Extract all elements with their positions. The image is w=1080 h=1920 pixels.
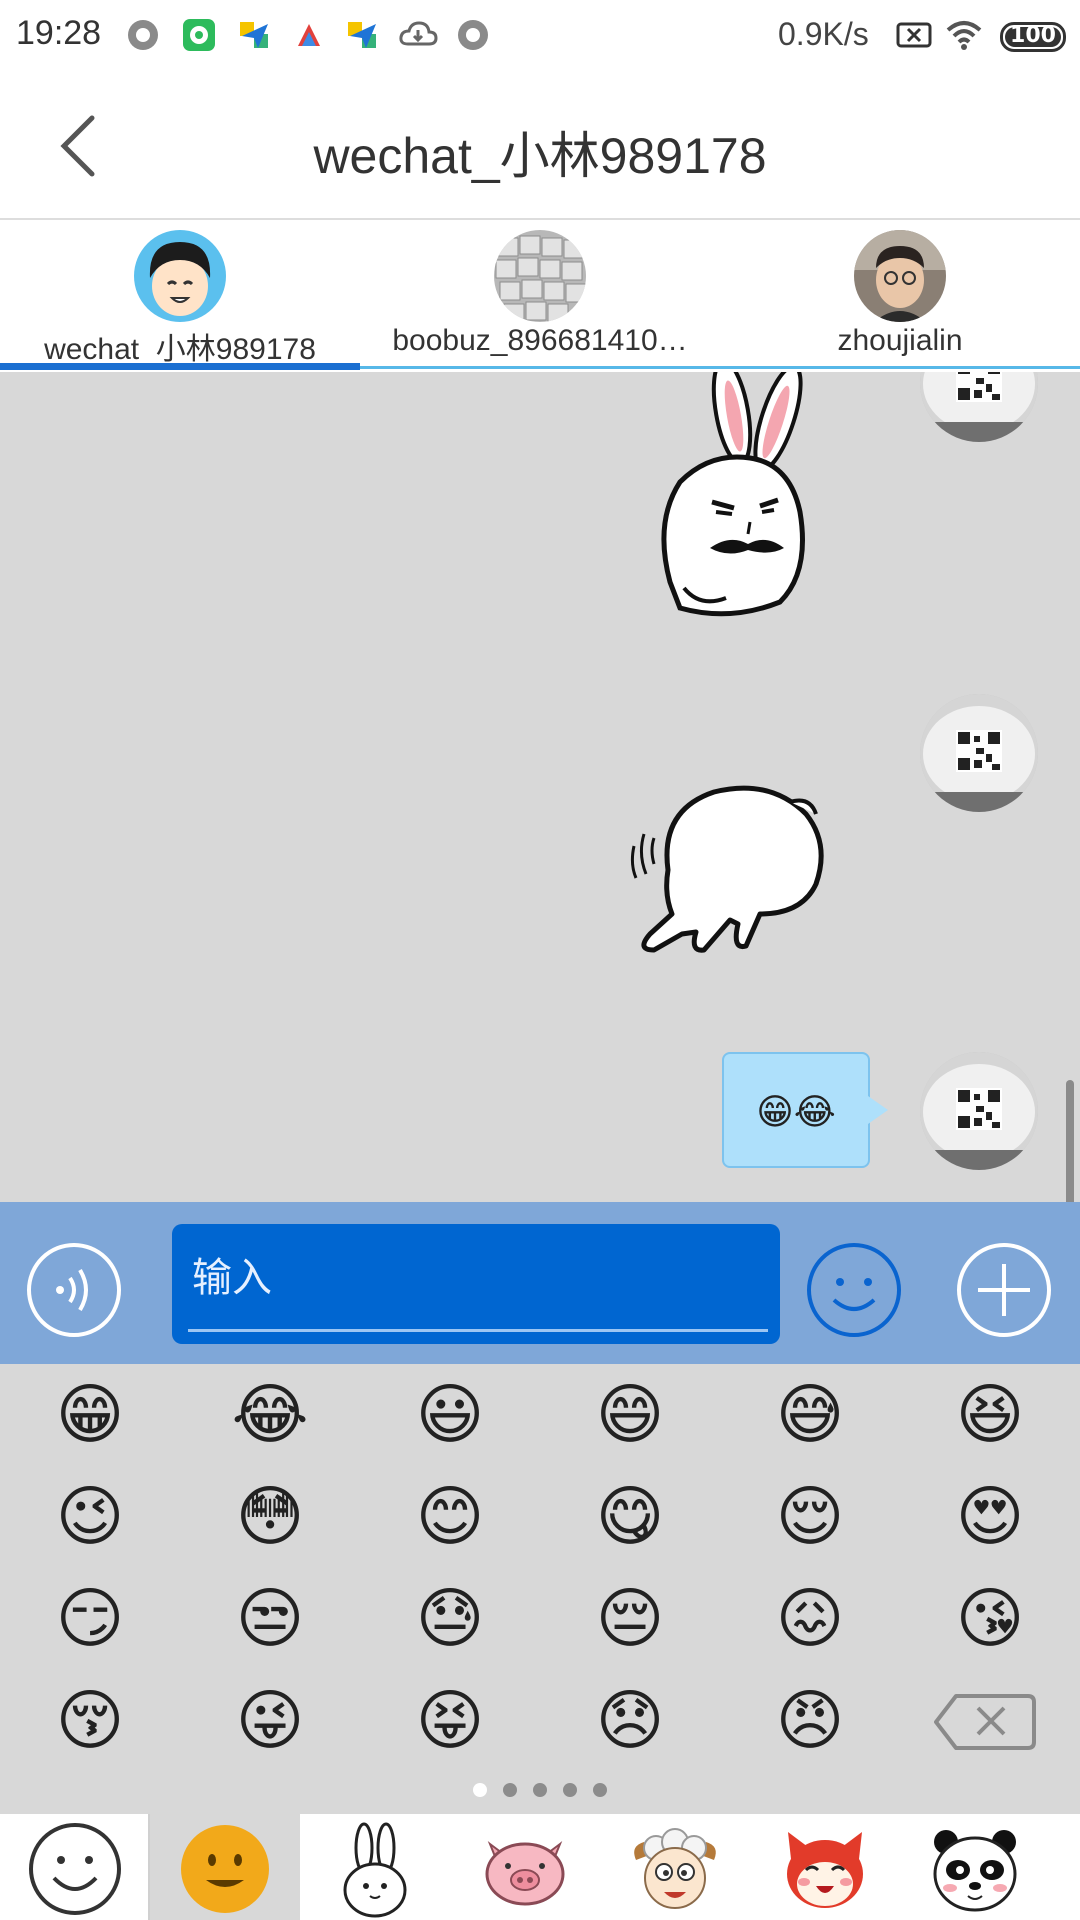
rabbit-icon [343, 1822, 407, 1918]
smiley-yellow-icon [181, 1825, 269, 1913]
emoji-key[interactable]: 😃 [360, 1364, 540, 1466]
triangle-app-icon [298, 24, 320, 46]
record-icon [458, 20, 488, 50]
input-underline [188, 1329, 768, 1332]
voice-button[interactable] [26, 1242, 122, 1338]
avatar[interactable] [920, 1052, 1038, 1170]
tab-emoji-outline[interactable] [0, 1814, 150, 1920]
tab-label: wechat_小林989178 [44, 333, 316, 366]
plane-app-icon [240, 22, 268, 48]
tab-boobuz-user[interactable]: boobuz_896681410… [360, 222, 720, 372]
avatar [134, 230, 226, 322]
bubble-tail [868, 1096, 888, 1124]
plane-app-icon [348, 22, 376, 48]
emoji-key[interactable]: 😅 [720, 1364, 900, 1466]
sheep-icon [634, 1828, 716, 1909]
status-bar: 19:28 0.9K/s 100 [0, 0, 1080, 72]
sim-off-icon [896, 22, 932, 48]
chat-scrollbar[interactable] [1066, 1080, 1074, 1202]
avatar [854, 230, 946, 322]
emoji-key[interactable]: 😁 [0, 1364, 180, 1466]
tab-emoji-yellow[interactable] [150, 1814, 300, 1920]
emoji-key[interactable]: 😌 [720, 1466, 900, 1568]
tab-rabbit-stickers[interactable] [300, 1814, 450, 1920]
sticker-category-bar [0, 1814, 1080, 1920]
participant-tabs: wechat_小林989178 boobuz_896681410… zhouji… [0, 222, 1080, 372]
wechat-app-icon [183, 19, 215, 51]
pig-icon [485, 1841, 565, 1906]
emoji-key[interactable]: 😉 [0, 1466, 180, 1568]
tab-wechat-user[interactable]: wechat_小林989178 [0, 222, 360, 372]
emoji-key[interactable]: 😏 [0, 1568, 180, 1670]
emoji-key[interactable]: 😆 [900, 1364, 1080, 1466]
status-time: 19:28 [16, 14, 102, 52]
emoji-key[interactable]: 😋 [540, 1466, 720, 1568]
tab-sheep-stickers[interactable] [600, 1814, 750, 1920]
add-button[interactable] [956, 1242, 1052, 1338]
emoji-toggle-button[interactable] [806, 1242, 902, 1338]
avatar[interactable] [920, 372, 1038, 442]
tab-label: zhoujialin [837, 324, 963, 357]
record-icon [128, 20, 158, 50]
cloud-icon [399, 21, 438, 46]
emoji-key[interactable]: 😍 [900, 1466, 1080, 1568]
page-dot[interactable] [593, 1783, 607, 1797]
tab-panda-stickers[interactable] [900, 1814, 1050, 1920]
emoji-key[interactable]: 😊 [360, 1466, 540, 1568]
chat-messages[interactable]: 😁😂 [0, 372, 1080, 1202]
battery-level: 100 [1010, 23, 1056, 48]
tab-pig-stickers[interactable] [450, 1814, 600, 1920]
emoji-grid: 😁 😂 😃 😄 😅 😆 😉 😳 😊 😋 😌 😍 😏 😒 😓 😔 😖 😘 😚 😜 … [0, 1364, 1080, 1774]
emoji-key[interactable]: 😂 [180, 1364, 360, 1466]
chat-header: wechat_小林989178 [0, 72, 1080, 220]
fox-icon [787, 1832, 863, 1908]
smiley-outline-icon [29, 1823, 121, 1915]
panda-icon [933, 1830, 1017, 1912]
emoji-key[interactable]: 😒 [180, 1568, 360, 1670]
tab-selected-indicator [0, 363, 360, 370]
message-bubble[interactable]: 😁😂 [722, 1052, 870, 1168]
battery-icon: 100 [1000, 22, 1066, 52]
tab-label: boobuz_896681410… [392, 324, 688, 357]
avatar [494, 230, 586, 322]
emoji-key[interactable]: 😝 [360, 1670, 540, 1772]
network-speed: 0.9K/s [778, 16, 869, 52]
emoji-key[interactable]: 😔 [540, 1568, 720, 1670]
page-dot[interactable] [503, 1783, 517, 1797]
emoji-key[interactable]: 😠 [720, 1670, 900, 1772]
page-dot[interactable] [533, 1783, 547, 1797]
emoji-key[interactable]: 😘 [900, 1568, 1080, 1670]
emoji-key[interactable]: 😳 [180, 1466, 360, 1568]
emoji-key[interactable]: 😓 [360, 1568, 540, 1670]
backspace-icon[interactable] [900, 1670, 1080, 1772]
avatar[interactable] [920, 694, 1038, 812]
input-bar [0, 1202, 1080, 1364]
message-text: 😁😂 [756, 1092, 836, 1133]
emoji-key[interactable]: 😞 [540, 1670, 720, 1772]
tab-fox-stickers[interactable] [750, 1814, 900, 1920]
emoji-panel: 😁 😂 😃 😄 😅 😆 😉 😳 😊 😋 😌 😍 😏 😒 😓 😔 😖 😘 😚 😜 … [0, 1364, 1080, 1814]
page-dot[interactable] [563, 1783, 577, 1797]
page-title: wechat_小林989178 [313, 128, 767, 184]
emoji-key[interactable]: 😜 [180, 1670, 360, 1772]
emoji-key[interactable]: 😄 [540, 1364, 720, 1466]
page-indicator [0, 1782, 1080, 1806]
rabbit-running-sticker[interactable] [620, 774, 840, 958]
emoji-key[interactable]: 😚 [0, 1670, 180, 1772]
rabbit-mustache-sticker[interactable] [650, 372, 830, 618]
message-input[interactable] [190, 1238, 750, 1318]
message-input-container [172, 1224, 780, 1344]
emoji-key[interactable]: 😖 [720, 1568, 900, 1670]
wifi-icon [946, 21, 982, 50]
page-dot[interactable] [473, 1783, 487, 1797]
tab-zhoujialin-user[interactable]: zhoujialin [720, 222, 1080, 372]
